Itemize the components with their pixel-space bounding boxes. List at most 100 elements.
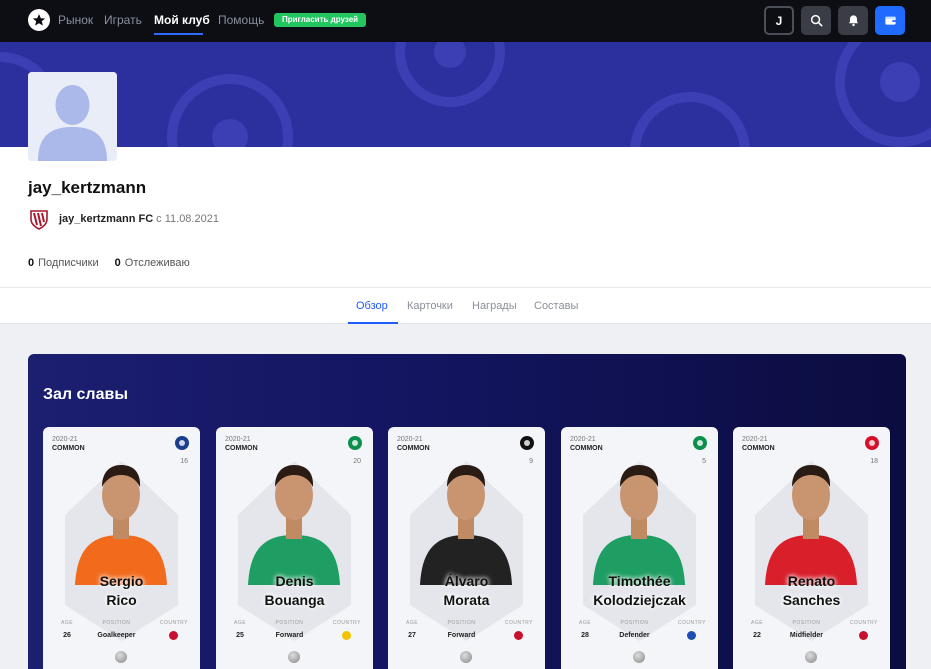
player-last-name: Rico xyxy=(106,592,137,608)
profile-avatar[interactable] xyxy=(28,72,117,161)
player-age: 26 xyxy=(63,632,71,639)
player-last-name: Kolodziejczak xyxy=(593,592,686,608)
club-crest-icon xyxy=(520,436,534,450)
club-crest-icon xyxy=(693,436,707,450)
club-crest-icon xyxy=(348,436,362,450)
player-last-name: Morata xyxy=(443,592,490,608)
club-name-link[interactable]: jay_kertzmann FC xyxy=(59,213,153,225)
player-position: Forward xyxy=(447,632,476,639)
wallet-icon xyxy=(884,16,896,25)
player-last-name: Bouanga xyxy=(264,592,325,608)
country-flag-icon xyxy=(859,631,869,640)
age-label: AGE xyxy=(234,620,247,626)
player-name: Timothée Kolodziejczak xyxy=(561,572,718,610)
player-card[interactable]: 2020-21 COMMON 9 Álvaro Morata AGE 27 POSITION F… xyxy=(388,427,545,669)
wallet-button[interactable] xyxy=(875,6,905,35)
age-label: AGE xyxy=(406,620,419,626)
invite-friends-button[interactable]: Пригласить друзей xyxy=(274,13,367,27)
player-portrait xyxy=(75,465,167,585)
position-label: POSITION xyxy=(447,620,476,626)
tab-awards[interactable]: Награды xyxy=(472,300,517,312)
position-label: POSITION xyxy=(275,620,304,626)
player-age: 25 xyxy=(236,632,244,639)
tab-overview[interactable]: Обзор xyxy=(356,300,388,312)
player-last-name: Sanches xyxy=(782,592,841,608)
tab-lineups[interactable]: Составы xyxy=(534,300,578,312)
player-position: Goalkeeper xyxy=(97,632,136,639)
profile-tabs: Обзор Карточки Награды Составы xyxy=(0,287,931,324)
player-name: Álvaro Morata xyxy=(388,572,545,610)
followers-label: Подписчики xyxy=(38,257,99,269)
country-flag-icon xyxy=(514,631,524,640)
club-info: jay_kertzmann FC с 11.08.2021 xyxy=(28,208,219,230)
position-label: POSITION xyxy=(102,620,131,626)
player-attributes: AGE 26 POSITION Goalkeeper COUNTRY xyxy=(43,620,200,640)
player-age: 28 xyxy=(581,632,589,639)
player-portrait xyxy=(593,465,685,585)
sorare-logo-icon[interactable] xyxy=(28,9,50,31)
player-card[interactable]: 2020-21 COMMON 16 Sergio Rico AGE 26 POSITION Go… xyxy=(43,427,200,669)
player-age: 22 xyxy=(753,632,761,639)
player-age: 27 xyxy=(408,632,416,639)
player-position: Midfielder xyxy=(789,632,823,639)
position-label: POSITION xyxy=(792,620,821,626)
country-label: COUNTRY xyxy=(504,620,533,626)
player-card[interactable]: 2020-21 COMMON 5 Timothée Kolodziejczak AGE 28… xyxy=(561,427,718,669)
tab-cards[interactable]: Карточки xyxy=(407,300,453,312)
player-attributes: AGE 25 POSITION Forward COUNTRY xyxy=(216,620,373,640)
follow-stats: 0 Подписчики 0 Отслеживаю xyxy=(28,257,190,269)
bell-icon xyxy=(848,15,858,27)
tab-active-indicator xyxy=(348,322,398,324)
country-label: COUNTRY xyxy=(849,620,878,626)
club-crest-icon xyxy=(175,436,189,450)
profile-username: jay_kertzmann xyxy=(28,178,147,197)
club-shield-icon xyxy=(30,210,48,230)
scarcity-ball-icon xyxy=(805,651,817,663)
followers-stat[interactable]: 0 Подписчики xyxy=(28,257,99,269)
nav-item-market[interactable]: Рынок xyxy=(58,13,93,27)
following-label: Отслеживаю xyxy=(124,257,190,269)
notifications-button[interactable] xyxy=(838,6,868,35)
followers-count: 0 xyxy=(28,257,35,269)
shirt-number: 9 xyxy=(529,458,533,465)
player-first-name: Álvaro xyxy=(444,573,489,589)
player-name: Sergio Rico xyxy=(43,572,200,610)
country-label: COUNTRY xyxy=(332,620,361,626)
user-avatar-button[interactable]: J xyxy=(764,6,794,35)
player-name: Denis Bouanga xyxy=(216,572,373,610)
avatar-initial: J xyxy=(775,13,783,28)
player-portrait xyxy=(248,465,340,585)
profile-banner xyxy=(0,42,931,147)
country-flag-icon xyxy=(169,631,179,640)
player-portrait xyxy=(765,465,857,585)
nav-item-play[interactable]: Играть xyxy=(104,13,142,27)
player-card[interactable]: 2020-21 COMMON 20 Denis Bouanga AGE 25 POSITION… xyxy=(216,427,373,669)
player-first-name: Timothée xyxy=(608,573,671,589)
player-attributes: AGE 28 POSITION Defender COUNTRY xyxy=(561,620,718,640)
following-stat[interactable]: 0 Отслеживаю xyxy=(115,257,190,269)
country-label: COUNTRY xyxy=(677,620,706,626)
age-label: AGE xyxy=(579,620,592,626)
player-card[interactable]: 2020-21 COMMON 18 Renato Sanches AGE 22 POSITIO… xyxy=(733,427,890,669)
following-count: 0 xyxy=(114,257,121,269)
search-button[interactable] xyxy=(801,6,831,35)
country-flag-icon xyxy=(342,631,352,640)
search-icon xyxy=(810,14,823,27)
hall-of-fame-title: Зал славы xyxy=(43,386,128,403)
shirt-number: 16 xyxy=(180,458,188,465)
country-flag-icon xyxy=(687,631,697,640)
scarcity-ball-icon xyxy=(460,651,472,663)
player-first-name: Denis xyxy=(275,573,314,589)
club-crest-icon xyxy=(865,436,879,450)
member-since: с 11.08.2021 xyxy=(156,213,219,225)
scarcity-ball-icon xyxy=(288,651,300,663)
position-label: POSITION xyxy=(620,620,649,626)
scarcity-ball-icon xyxy=(115,651,127,663)
nav-item-help[interactable]: Помощь xyxy=(218,13,264,27)
nav-active-indicator xyxy=(154,33,203,35)
shirt-number: 18 xyxy=(870,458,878,465)
nav-item-my-club[interactable]: Мой клуб xyxy=(154,13,210,27)
player-position: Forward xyxy=(275,632,304,639)
player-name: Renato Sanches xyxy=(733,572,890,610)
top-nav: Рынок Играть Мой клуб Помощь Пригласить … xyxy=(0,0,931,42)
